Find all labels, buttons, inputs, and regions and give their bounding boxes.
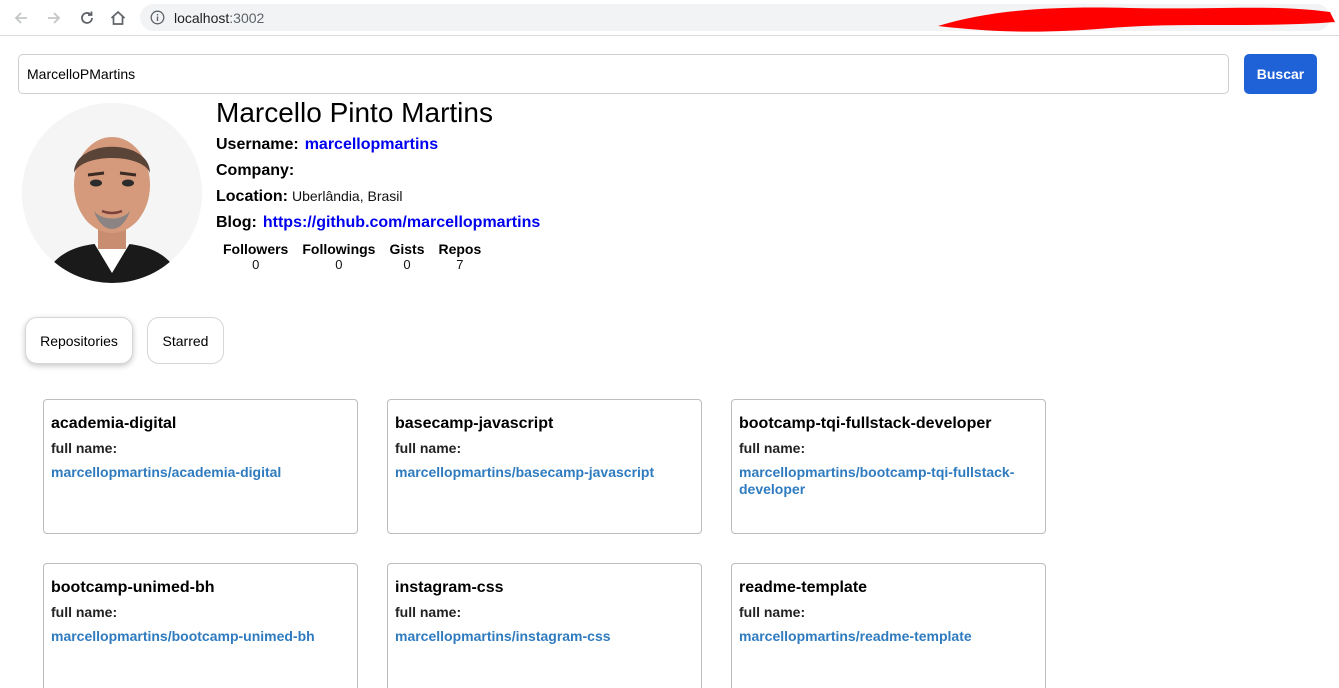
full-name-label: full name: <box>739 440 806 456</box>
full-name-label: full name: <box>395 440 462 456</box>
repo-name: bootcamp-tqi-fullstack-developer <box>739 415 992 432</box>
reload-icon[interactable] <box>76 7 98 29</box>
avatar <box>22 103 202 283</box>
repo-card[interactable]: basecamp-javascript full name: marcellop… <box>387 399 702 534</box>
company-label: Company: <box>216 162 295 179</box>
username-label: Username: <box>216 136 299 153</box>
forward-arrow-icon[interactable] <box>43 7 65 29</box>
redaction-scribble <box>938 7 1335 32</box>
url-port: :3002 <box>229 10 265 26</box>
repo-name: basecamp-javascript <box>395 415 554 432</box>
blog-label: Blog: <box>216 214 257 231</box>
full-name-label: full name: <box>395 604 462 620</box>
stat-repos: Repos 7 <box>438 241 481 273</box>
back-arrow-icon[interactable] <box>10 7 32 29</box>
repo-name: instagram-css <box>395 579 504 596</box>
full-name-label: full name: <box>739 604 806 620</box>
tab-repositories[interactable]: Repositories <box>25 317 133 364</box>
full-name-link[interactable]: marcellopmartins/academia-digital <box>51 464 350 481</box>
full-name-label: full name: <box>51 440 118 456</box>
url-host: localhost <box>174 10 230 26</box>
stat-followers: Followers 0 <box>223 241 288 273</box>
full-name-link[interactable]: marcellopmartins/bootcamp-unimed-bh <box>51 628 350 645</box>
stat-label: Followings <box>302 241 376 257</box>
full-name-link[interactable]: marcellopmartins/instagram-css <box>395 628 694 645</box>
full-name-label: full name: <box>51 604 118 620</box>
repo-name: readme-template <box>739 579 868 596</box>
stat-value: 0 <box>252 257 260 272</box>
repo-card[interactable]: bootcamp-tqi-fullstack-developer full na… <box>731 399 1046 534</box>
stat-followings: Followings 0 <box>302 241 375 273</box>
full-name-link[interactable]: marcellopmartins/bootcamp-tqi-fullstack-… <box>739 464 1038 498</box>
username-row: Username: marcellopmartins <box>216 136 438 154</box>
repo-name: academia-digital <box>51 415 177 432</box>
username-link[interactable]: marcellopmartins <box>305 136 438 153</box>
search-input[interactable] <box>18 54 1229 94</box>
stat-value: 0 <box>403 257 411 272</box>
info-icon[interactable] <box>150 10 165 25</box>
profile-stats: Followers 0 Followings 0 Gists 0 Repos 7 <box>216 241 488 273</box>
stat-value: 0 <box>335 257 343 272</box>
blog-link[interactable]: https://github.com/marcellopmartins <box>263 214 540 231</box>
blog-row: Blog: https://github.com/marcellopmartins <box>216 214 540 232</box>
profile-name: Marcello Pinto Martins <box>216 97 493 128</box>
search-button[interactable]: Buscar <box>1244 54 1317 94</box>
location-value: Uberlândia, Brasil <box>292 188 403 204</box>
address-url: localhost:3002 <box>174 10 264 26</box>
company-row: Company: <box>216 162 298 180</box>
browser-toolbar: localhost:3002 <box>0 0 1339 36</box>
tab-starred[interactable]: Starred <box>147 317 224 364</box>
stat-gists: Gists 0 <box>389 241 424 273</box>
repo-name: bootcamp-unimed-bh <box>51 579 215 596</box>
stat-value: 7 <box>456 257 464 272</box>
repo-card[interactable]: bootcamp-unimed-bh full name: marcellopm… <box>43 563 358 688</box>
stat-label: Followers <box>223 241 289 257</box>
stat-label: Repos <box>438 241 482 257</box>
full-name-link[interactable]: marcellopmartins/readme-template <box>739 628 1038 645</box>
location-label: Location: <box>216 188 288 205</box>
stat-label: Gists <box>389 241 425 257</box>
location-row: Location: Uberlândia, Brasil <box>216 188 403 206</box>
home-icon[interactable] <box>107 7 129 29</box>
avatar-photo <box>22 103 202 283</box>
repo-card[interactable]: instagram-css full name: marcellopmartin… <box>387 563 702 688</box>
full-name-link[interactable]: marcellopmartins/basecamp-javascript <box>395 464 694 481</box>
repo-card[interactable]: academia-digital full name: marcellopmar… <box>43 399 358 534</box>
repo-card[interactable]: readme-template full name: marcellopmart… <box>731 563 1046 688</box>
